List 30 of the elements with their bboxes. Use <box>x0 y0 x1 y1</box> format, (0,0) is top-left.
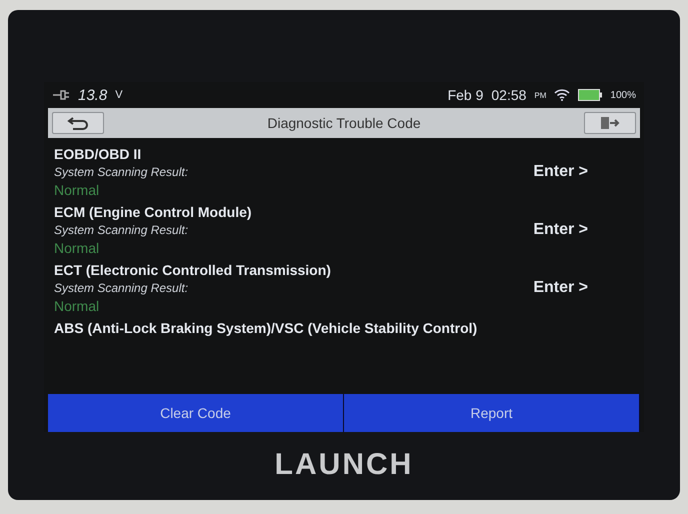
voltage-reading: 13.8 <box>78 86 108 104</box>
exit-door-icon <box>600 116 620 130</box>
wifi-icon <box>554 89 570 101</box>
enter-button[interactable]: Enter > <box>527 278 594 298</box>
system-name: ECT (Electronic Controlled Transmission) <box>54 262 332 278</box>
exit-button[interactable] <box>584 112 636 134</box>
action-button[interactable]: Report <box>344 394 640 432</box>
brand-logo: LAUNCH <box>274 448 414 482</box>
scan-result-status: Normal <box>54 182 100 198</box>
time-text: 02:58 <box>491 87 526 103</box>
scan-result-label: System Scanning Result: <box>54 281 190 295</box>
enter-button[interactable]: Enter > <box>527 220 594 240</box>
system-name: ABS (Anti-Lock Braking System)/VSC (Vehicle Stability Control) <box>54 320 478 336</box>
page-title: Diagnostic Trouble Code <box>267 115 421 131</box>
enter-button[interactable]: Enter > <box>527 162 594 182</box>
scan-result-status: Normal <box>54 240 100 256</box>
voltage-unit: V <box>115 89 123 101</box>
action-button[interactable]: Clear Code <box>48 394 344 432</box>
battery-icon <box>578 89 602 101</box>
scan-result-label: System Scanning Result: <box>54 223 190 237</box>
return-arrow-icon <box>67 116 89 130</box>
meridiem-text: PM <box>534 90 546 100</box>
system-name: ECM (Engine Control Module) <box>54 204 253 220</box>
battery-percent: 100% <box>610 90 636 100</box>
scan-result-status: Normal <box>54 298 100 314</box>
scan-result-label: System Scanning Result: <box>54 165 190 179</box>
back-button[interactable] <box>52 112 104 134</box>
system-name: EOBD/OBD II <box>54 146 142 162</box>
date-text: Feb 9 <box>448 87 484 103</box>
plug-icon <box>52 89 70 101</box>
